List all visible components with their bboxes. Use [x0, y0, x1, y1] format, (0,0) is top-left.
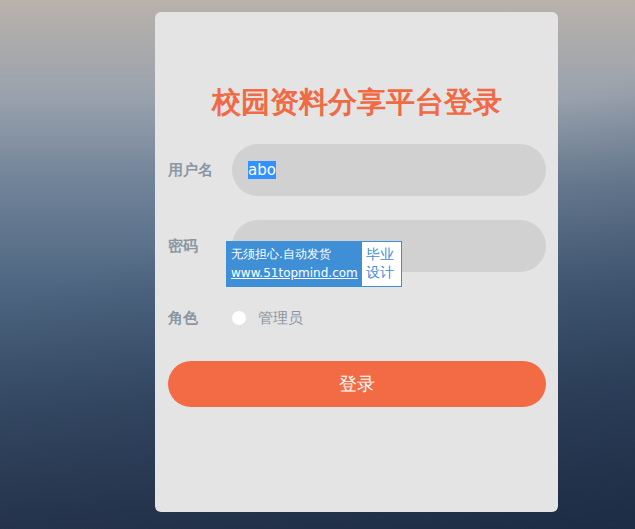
field-label: 用户名 — [168, 161, 232, 180]
login-title: 校园资料分享平台登录 — [168, 82, 546, 122]
radio-dot[interactable] — [232, 311, 246, 325]
role-radio[interactable]: 管理员 — [232, 309, 303, 328]
field-value: abo — [248, 161, 276, 179]
watermark-url: www.51topmind.com — [231, 264, 358, 283]
login-button[interactable]: 登录 — [168, 361, 546, 407]
role-row: 角色 管理员 — [168, 306, 546, 330]
radio-label: 管理员 — [258, 309, 303, 328]
watermark-badge: 毕业设计 — [362, 242, 401, 286]
username-input[interactable]: abo — [232, 144, 546, 196]
field-label: 密码 — [168, 237, 232, 256]
watermark: 无须担心.自动发货www.51topmind.com毕业设计 — [226, 241, 402, 287]
role-label: 角色 — [168, 309, 232, 328]
watermark-text: 无须担心.自动发货www.51topmind.com — [227, 242, 362, 286]
form-row: 用户名 abo — [168, 144, 546, 196]
watermark-line: 无须担心.自动发货 — [231, 245, 358, 264]
login-card: 校园资料分享平台登录用户名 abo 密码角色 管理员登录 无须担心.自动发货www.51… — [155, 12, 558, 512]
